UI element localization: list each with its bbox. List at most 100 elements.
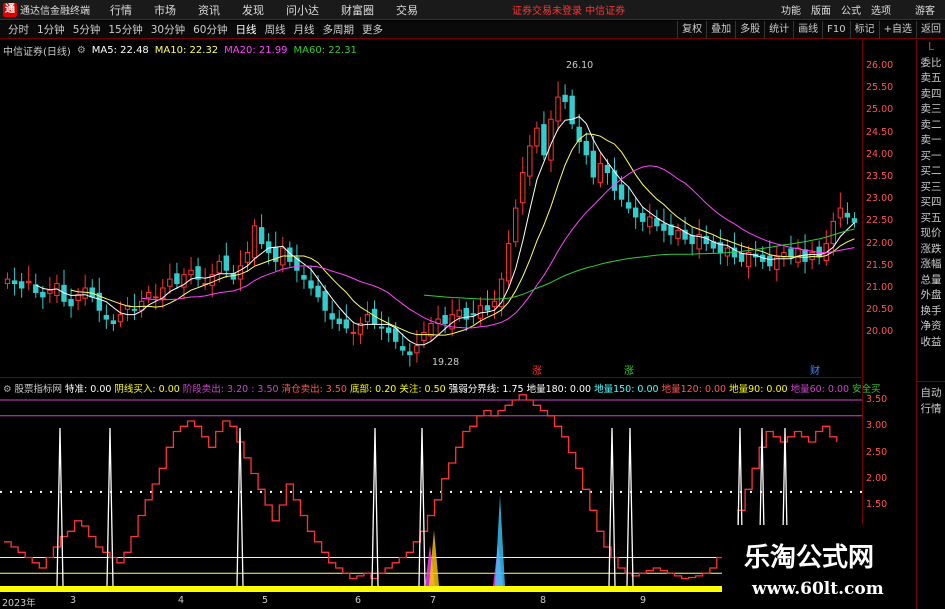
tab-weekly[interactable]: 周线 [265, 22, 286, 37]
candle-body [590, 150, 597, 178]
menu-shichang[interactable]: 市场 [154, 2, 176, 18]
date-label: 6 [355, 595, 362, 606]
menu-hangqing[interactable]: 行情 [110, 2, 132, 18]
tab-30min[interactable]: 30分钟 [151, 22, 185, 37]
tool-tongji[interactable]: 统计 [764, 21, 793, 39]
tool-duogu[interactable]: 多股 [735, 21, 764, 39]
candle-body [26, 280, 32, 284]
quote-mode-tab[interactable]: 行情 [917, 401, 945, 416]
quote-field-label: 现价 [920, 227, 942, 239]
indicator-value: 强弱分界线: 1.75 [448, 384, 524, 395]
signal-spike [371, 427, 379, 587]
app-title: 通达信金融终端 [20, 6, 90, 17]
candle-body [795, 247, 801, 263]
tab-fenshi[interactable]: 分时 [8, 22, 29, 37]
quote-side-panel: L 委比 卖五 卖四 卖三 卖二 卖一 买一 买二 买三 买四 买五 现价 涨跌 涨幅 总量 外盘 换手 净资 收益自… [916, 40, 945, 609]
price-tick: 21.00 [866, 282, 894, 293]
candle-body [844, 212, 851, 218]
price-tick: 22.50 [866, 215, 894, 227]
candle-body [400, 346, 406, 351]
candle-body [851, 218, 858, 223]
tab-60min[interactable]: 60分钟 [193, 22, 227, 37]
quote-field-label: 收益 [920, 335, 942, 348]
candle-body [117, 314, 124, 323]
candle-body [322, 291, 328, 311]
candle-body [675, 229, 681, 239]
candle-body [555, 96, 561, 122]
indicator-tick: 2.00 [866, 472, 888, 484]
price-tick: 24.00 [866, 148, 894, 160]
menu-gongshi[interactable]: 公式 [841, 2, 861, 17]
event-marker: 涨 [532, 365, 542, 377]
candle-body [477, 305, 484, 319]
menu-zixun[interactable]: 资讯 [198, 2, 220, 18]
candle-body [265, 241, 272, 253]
ma10-line [70, 133, 855, 336]
colored-spike [495, 495, 505, 586]
price-tick: 22.00 [866, 237, 894, 249]
candle-body [329, 313, 335, 320]
indicator-tick: 1.50 [866, 499, 888, 510]
candle-body [385, 327, 392, 333]
signal-spike [236, 427, 244, 587]
quote-field-label: 净资 [920, 320, 942, 332]
menu-jiaoyi[interactable]: 交易 [396, 2, 418, 18]
tab-daily[interactable]: 日线 [236, 22, 257, 37]
guest-label[interactable]: 游客 [915, 2, 935, 17]
price-tick: 23.50 [866, 171, 894, 182]
menu-gongneng[interactable]: 功能 [781, 2, 801, 17]
indicator-value: 地量60: 0.00 [790, 384, 850, 395]
quote-field-label: 外盘 [920, 289, 942, 301]
period-tab-bar: 分时 1分钟 5分钟 15分钟 30分钟 60分钟 日线 周线 月线 多周期 更… [0, 21, 945, 39]
candle-body [237, 265, 244, 280]
candle-body [145, 291, 152, 299]
price-tick: 23.00 [866, 193, 894, 205]
candle-body [308, 280, 314, 289]
tab-5min[interactable]: 5分钟 [73, 22, 101, 37]
price-tick: 25.50 [866, 82, 894, 94]
tool-diejia[interactable]: 叠加 [706, 21, 735, 39]
price-tick: 21.50 [866, 259, 894, 271]
tool-zixuan[interactable]: +自选 [878, 21, 916, 39]
menu-wenxiaoda[interactable]: 问小达 [286, 2, 319, 18]
chart-area[interactable]: 26.10 19.28 涨 涨 财 [0, 40, 862, 609]
tool-fuquan[interactable]: 复权 [677, 21, 706, 39]
indicator-value: 阴线买入: 0.00 [114, 384, 180, 395]
indicator-value: 地量180: 0.00 [526, 384, 592, 395]
l-badge[interactable]: L [917, 40, 945, 56]
tab-multi-period[interactable]: 多周期 [323, 22, 355, 37]
tab-more[interactable]: 更多 [362, 22, 383, 37]
tool-fanhui[interactable]: 返回 [916, 21, 945, 39]
quote-mode-tab[interactable]: 自动 [917, 385, 945, 400]
menu-xuanxiang[interactable]: 选项 [871, 2, 891, 17]
login-notice[interactable]: 证券交易未登录 中信证券 [512, 2, 625, 17]
quote-field-label: 涨幅 [920, 258, 942, 270]
tool-huaxian[interactable]: 画线 [793, 21, 822, 39]
indicator-value: 底部: 0.20 [349, 384, 397, 395]
tool-f10[interactable]: F10 [822, 21, 849, 39]
candle-body [625, 202, 632, 209]
tool-biaoji[interactable]: 标记 [849, 21, 879, 39]
settings-icon[interactable]: ⚙ [77, 45, 86, 56]
signal-spike [608, 427, 616, 587]
indicator-value: 清仓卖出: 3.50 [281, 384, 347, 395]
menu-faxian[interactable]: 发现 [242, 2, 264, 18]
tab-15min[interactable]: 15分钟 [108, 22, 142, 37]
menu-banmian[interactable]: 版面 [811, 2, 831, 17]
indicator-settings-icon[interactable]: ⚙ [3, 384, 12, 395]
candle-body [661, 223, 667, 231]
indicator-tick: 3.50 [866, 394, 888, 405]
tab-monthly[interactable]: 月线 [294, 22, 315, 37]
app-logo-icon: 通 [3, 2, 17, 17]
tab-1min[interactable]: 1分钟 [37, 22, 65, 37]
price-tick: 25.00 [866, 104, 894, 116]
signal-spike [106, 427, 114, 587]
price-tick: 20.50 [866, 304, 894, 316]
candle-body [421, 331, 427, 341]
indicator-value: 地量150: 0.00 [594, 384, 659, 395]
indicator-name: 股票指标网 [14, 384, 63, 395]
menu-caifuquan[interactable]: 财富圈 [341, 2, 374, 18]
candle-body [301, 275, 307, 280]
ma20-value: MA20: 21.99 [224, 45, 288, 56]
candle-body [393, 328, 399, 342]
